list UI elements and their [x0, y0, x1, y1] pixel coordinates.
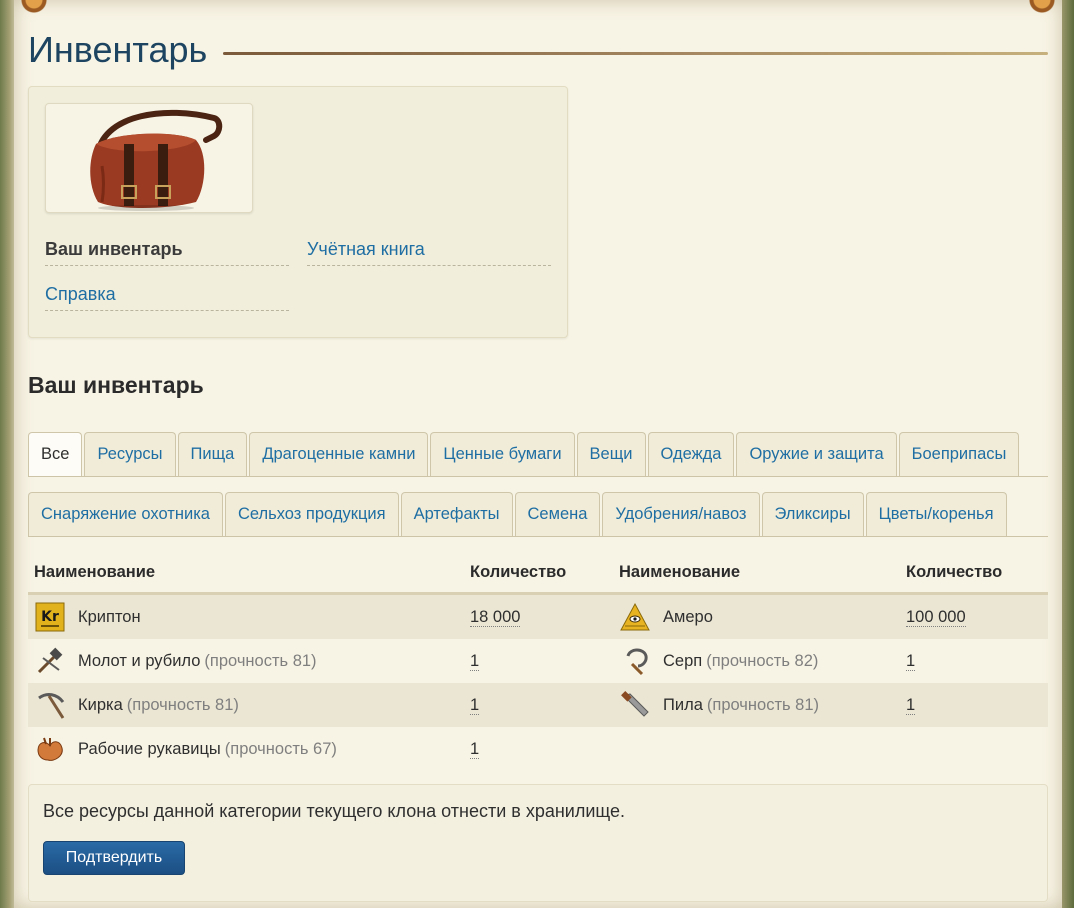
empty-cell [900, 727, 1048, 771]
tab-fertilizers[interactable]: Удобрения/навоз [602, 492, 760, 536]
hammer-chisel-icon [34, 645, 66, 677]
table-header: Наименование Количество Наименование Кол… [28, 552, 1048, 595]
item-name[interactable]: Рабочие рукавицы [78, 740, 221, 759]
section-title: Ваш инвентарь [28, 372, 204, 398]
sickle-icon [619, 645, 651, 677]
item-qty[interactable]: 1 [470, 740, 480, 759]
item-qty[interactable]: 18 000 [470, 608, 521, 627]
amero-icon [619, 601, 651, 633]
header-qty-left: Количество [470, 562, 567, 581]
confirm-button[interactable]: Подтвердить [43, 841, 185, 875]
item-durability: (прочность 81) [706, 695, 820, 714]
qty-cell: 1 [464, 639, 613, 683]
item-durability: (прочность 82) [706, 651, 819, 670]
tab-things[interactable]: Вещи [576, 432, 646, 476]
item-cell: Kr Криптон [28, 595, 464, 639]
header-name-right: Наименование [619, 562, 741, 581]
store-all-text: Все ресурсы данной категории текущего кл… [43, 801, 626, 821]
header-name-left: Наименование [34, 562, 156, 581]
tab-farm-produce[interactable]: Сельхоз продукция [224, 492, 399, 536]
item-qty[interactable]: 100 000 [906, 608, 966, 627]
header-qty-right: Количество [906, 562, 1003, 581]
krypton-icon: Kr [34, 601, 66, 633]
page-title: Инвентарь [28, 29, 208, 70]
pickaxe-icon [34, 689, 66, 721]
item-durability: (прочность 81) [126, 695, 239, 714]
item-name[interactable]: Кирка [78, 696, 123, 715]
menu-your-inventory: Ваш инвентарь [45, 233, 289, 266]
tab-gems[interactable]: Драгоценные камни [249, 432, 429, 476]
item-qty[interactable]: 1 [906, 652, 916, 671]
item-qty[interactable]: 1 [470, 652, 480, 671]
item-name[interactable]: Амеро [663, 608, 713, 627]
tab-food[interactable]: Пища [177, 432, 248, 476]
saw-icon [619, 689, 651, 721]
tab-securities[interactable]: Ценные бумаги [430, 432, 575, 476]
qty-cell: 1 [464, 683, 613, 727]
tab-elixirs[interactable]: Эликсиры [761, 492, 864, 536]
item-durability: (прочность 81) [204, 651, 317, 670]
item-cell: Молот и рубило (прочность 81) [28, 639, 464, 683]
inventory-menu-card: Ваш инвентарь Учётная книга Справка [28, 86, 568, 338]
tab-all[interactable]: Все [28, 432, 83, 476]
qty-cell: 18 000 [464, 595, 613, 639]
gloves-icon [34, 733, 66, 765]
qty-cell: 1 [464, 727, 613, 771]
item-name[interactable]: Серп [663, 652, 702, 671]
menu-help-link[interactable]: Справка [45, 278, 289, 311]
category-tabs-row-2: Снаряжение охотника Сельхоз продукция Ар… [28, 492, 1048, 537]
item-qty[interactable]: 1 [470, 696, 480, 715]
title-row: Инвентарь [28, 28, 1048, 72]
corner-ornament-right [1022, 0, 1062, 18]
qty-cell: 1 [900, 683, 1048, 727]
table-row: Кирка (прочность 81) 1 Пила (прочность 8… [28, 683, 1048, 727]
item-name[interactable]: Молот и рубило [78, 652, 200, 671]
item-cell: Рабочие рукавицы (прочность 67) [28, 727, 464, 771]
item-name[interactable]: Криптон [78, 608, 141, 627]
tab-weapons-armor[interactable]: Оружие и защита [736, 432, 897, 476]
item-cell: Пила (прочность 81) [613, 683, 900, 727]
menu-ledger-link[interactable]: Учётная книга [307, 233, 551, 266]
tab-artifacts[interactable]: Артефакты [400, 492, 513, 536]
category-tabs-row-1: Все Ресурсы Пища Драгоценные камни Ценны… [28, 432, 1048, 477]
item-cell: Серп (прочность 82) [613, 639, 900, 683]
corner-ornament-left [14, 0, 54, 18]
table-row: Kr Криптон 18 000 Амеро 100 000 [28, 595, 1048, 639]
tab-clothing[interactable]: Одежда [647, 432, 735, 476]
item-durability: (прочность 67) [224, 739, 337, 758]
tab-flowers-roots[interactable]: Цветы/коренья [865, 492, 1007, 536]
title-divider [223, 51, 1048, 55]
bag-image-frame [45, 103, 253, 213]
tab-ammo[interactable]: Боеприпасы [898, 432, 1020, 476]
table-row: Рабочие рукавицы (прочность 67) 1 [28, 727, 1048, 771]
item-qty[interactable]: 1 [906, 696, 916, 715]
qty-cell: 1 [900, 639, 1048, 683]
qty-cell: 100 000 [900, 595, 1048, 639]
inventory-table: Наименование Количество Наименование Кол… [28, 552, 1048, 771]
item-cell: Амеро [613, 595, 900, 639]
empty-cell [613, 727, 900, 771]
store-all-box: Все ресурсы данной категории текущего кл… [28, 784, 1048, 902]
svg-text:Kr: Kr [41, 609, 59, 625]
tab-seeds[interactable]: Семена [514, 492, 601, 536]
item-cell: Кирка (прочность 81) [28, 683, 464, 727]
tab-hunter-gear[interactable]: Снаряжение охотника [28, 492, 223, 536]
table-row: Молот и рубило (прочность 81) 1 Серп (пр… [28, 639, 1048, 683]
tab-resources[interactable]: Ресурсы [84, 432, 176, 476]
bag-icon [90, 109, 223, 211]
item-name[interactable]: Пила [663, 696, 703, 715]
